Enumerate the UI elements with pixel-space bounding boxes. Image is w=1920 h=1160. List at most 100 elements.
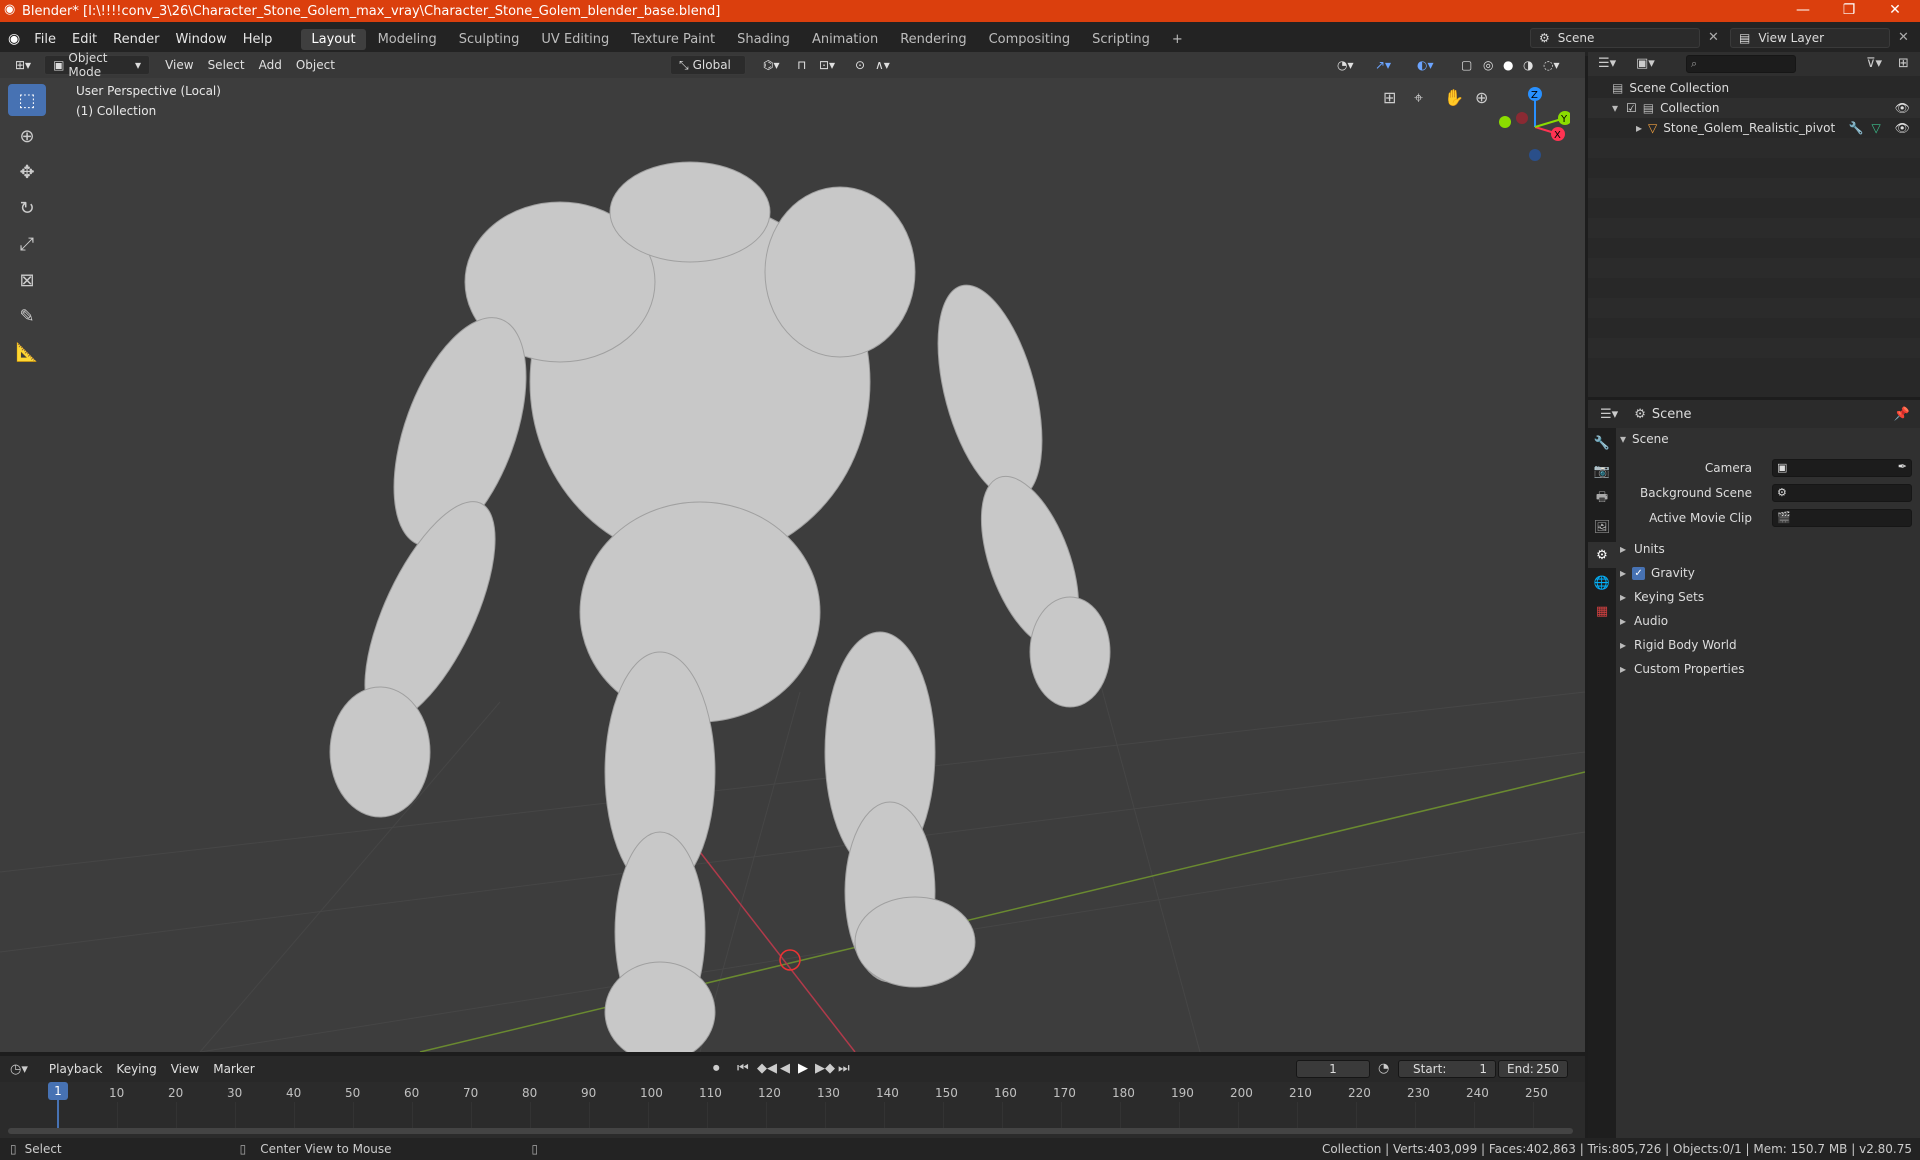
menu-view[interactable]: View xyxy=(158,56,200,74)
tool-tab-icon[interactable]: 🔧 xyxy=(1588,430,1616,456)
world-tab-icon[interactable]: 🌐 xyxy=(1588,570,1616,596)
menu-edit[interactable]: Edit xyxy=(64,32,105,47)
menu-timeline-view[interactable]: View xyxy=(164,1060,206,1078)
tab-texture-paint[interactable]: Texture Paint xyxy=(621,29,725,50)
current-frame-input[interactable]: 1 xyxy=(1296,1060,1370,1078)
minimize-button[interactable]: — xyxy=(1780,0,1826,22)
rotate-tool-icon[interactable]: ↻ xyxy=(8,192,46,224)
tab-compositing[interactable]: Compositing xyxy=(979,29,1081,50)
outliner-row-object[interactable]: ▸ ▽ Stone_Golem_Realistic_pivot 🔧 ▽ 👁 xyxy=(1588,118,1920,138)
navigation-gizmo[interactable]: Z X Y xyxy=(1490,82,1570,162)
pivot-icon[interactable]: ⌬▾ xyxy=(756,56,787,74)
jump-keyframe-back-icon[interactable]: ◆◀ xyxy=(757,1061,777,1076)
filter-icon[interactable]: ⊽▾ xyxy=(1866,56,1882,71)
zoom-icon[interactable]: ⊕ xyxy=(1475,88,1488,107)
outliner-search-input[interactable]: ⌕ xyxy=(1686,55,1796,73)
end-frame-input[interactable]: End: 250 xyxy=(1498,1060,1568,1078)
snap-target-icon[interactable]: ⊡▾ xyxy=(812,56,842,74)
properties-editor-icon[interactable]: ☰▾ xyxy=(1600,407,1618,422)
close-scene-icon[interactable]: ✕ xyxy=(1708,30,1719,45)
texture-tab-icon[interactable]: ▦ xyxy=(1588,598,1616,624)
move-tool-icon[interactable]: ✥ xyxy=(8,156,46,188)
rendered-shading-icon[interactable]: ◌▾ xyxy=(1536,56,1567,74)
maximize-button[interactable]: ❐ xyxy=(1826,0,1872,22)
camera-view-icon[interactable]: ⌖ xyxy=(1414,88,1423,108)
playhead-marker[interactable]: 1 xyxy=(48,1082,68,1100)
tab-layout[interactable]: Layout xyxy=(301,28,366,50)
new-collection-icon[interactable]: ⊞ xyxy=(1898,56,1909,71)
timeline-area[interactable]: 10 20 30 40 50 60 70 80 90 100 110 120 130 140 150 160 1… xyxy=(0,1082,1585,1138)
menu-playback[interactable]: Playback xyxy=(42,1060,110,1078)
visibility-icon[interactable]: ◔▾ xyxy=(1330,56,1361,74)
annotate-tool-icon[interactable]: ✎ xyxy=(8,300,46,332)
tab-rendering[interactable]: Rendering xyxy=(890,29,976,50)
jump-end-icon[interactable]: ⏭ xyxy=(838,1061,850,1076)
menu-keying[interactable]: Keying xyxy=(109,1060,163,1078)
menu-marker[interactable]: Marker xyxy=(206,1060,261,1078)
timeline-editor-icon[interactable]: ◷▾ xyxy=(10,1062,28,1077)
audio-panel-header[interactable]: ▸ Audio xyxy=(1620,610,1920,632)
eyedropper-icon[interactable]: ✒ xyxy=(1898,460,1907,473)
menu-window[interactable]: Window xyxy=(167,32,234,47)
preview-range-icon[interactable]: ◔ xyxy=(1378,1061,1389,1076)
editor-type-icon[interactable]: ⊞▾ xyxy=(8,56,38,74)
start-frame-input[interactable]: Start: 1 xyxy=(1398,1060,1496,1078)
tab-modeling[interactable]: Modeling xyxy=(368,29,447,50)
tab-shading[interactable]: Shading xyxy=(727,29,800,50)
falloff-icon[interactable]: ∧▾ xyxy=(868,56,897,74)
scale-tool-icon[interactable]: ⤢ xyxy=(8,228,46,260)
toggle-grid-icon[interactable]: ⊞ xyxy=(1383,88,1396,107)
transform-tool-icon[interactable]: ⊠ xyxy=(8,264,46,296)
tab-uv-editing[interactable]: UV Editing xyxy=(531,29,619,50)
play-reverse-icon[interactable]: ◀ xyxy=(780,1061,790,1076)
outliner-row-scene-collection[interactable]: ▤ Scene Collection xyxy=(1588,78,1920,98)
include-checkbox-icon[interactable]: ☑ xyxy=(1626,101,1637,115)
menu-select[interactable]: Select xyxy=(201,56,252,74)
output-tab-icon[interactable]: 🖶 xyxy=(1588,486,1616,512)
outliner-row-collection[interactable]: ▾ ☑ ▤ Collection 👁 xyxy=(1588,98,1920,118)
tab-animation[interactable]: Animation xyxy=(802,29,888,50)
menu-render[interactable]: Render xyxy=(105,32,167,47)
scene-selector[interactable]: ⚙ Scene xyxy=(1530,28,1700,48)
active-movie-clip-field[interactable]: 🎬 xyxy=(1772,509,1912,527)
select-box-tool-icon[interactable]: ⬚ xyxy=(8,84,46,116)
eye-icon[interactable]: 👁 xyxy=(1895,101,1910,115)
menu-help[interactable]: Help xyxy=(235,32,281,47)
pin-icon[interactable]: 📌 xyxy=(1894,407,1910,422)
overlays-icon[interactable]: ◐▾ xyxy=(1410,56,1441,74)
gravity-panel-header[interactable]: ▸ ✓ Gravity xyxy=(1620,562,1920,584)
close-button[interactable]: ✕ xyxy=(1872,0,1918,22)
close-view-layer-icon[interactable]: ✕ xyxy=(1898,30,1909,45)
add-workspace-button[interactable]: + xyxy=(1162,29,1193,50)
menu-add[interactable]: Add xyxy=(252,56,289,74)
keying-sets-panel-header[interactable]: ▸ Keying Sets xyxy=(1620,586,1920,608)
transform-orientation-selector[interactable]: ⤡ Global xyxy=(670,55,746,75)
play-icon[interactable]: ▶ xyxy=(798,1061,808,1076)
pan-hand-icon[interactable]: ✋ xyxy=(1444,88,1464,107)
snap-icon[interactable]: ⊓ xyxy=(790,56,813,74)
scene-tab-icon[interactable]: ⚙ xyxy=(1588,542,1616,568)
jump-keyframe-forward-icon[interactable]: ▶◆ xyxy=(815,1061,835,1076)
rigid-body-world-panel-header[interactable]: ▸ Rigid Body World xyxy=(1620,634,1920,656)
custom-properties-panel-header[interactable]: ▸ Custom Properties xyxy=(1620,658,1920,680)
background-scene-field[interactable]: ⚙ xyxy=(1772,484,1912,502)
mesh-data-icon[interactable]: ▽ xyxy=(1872,121,1881,135)
scene-panel-header[interactable]: ▾ Scene xyxy=(1620,428,1920,450)
view-layer-tab-icon[interactable]: 🖼 xyxy=(1588,514,1616,540)
gravity-checkbox[interactable]: ✓ xyxy=(1632,566,1646,580)
cursor-tool-icon[interactable]: ⊕ xyxy=(8,120,46,152)
jump-start-icon[interactable]: ⏮ xyxy=(737,1061,749,1076)
tab-scripting[interactable]: Scripting xyxy=(1082,29,1160,50)
measure-tool-icon[interactable]: 📐 xyxy=(8,336,46,368)
display-mode-icon[interactable]: ▣▾ xyxy=(1636,56,1655,71)
menu-file[interactable]: File xyxy=(26,32,64,47)
expand-arrow-icon[interactable]: ▾ xyxy=(1612,101,1618,115)
units-panel-header[interactable]: ▸ Units xyxy=(1620,538,1920,560)
modifier-wrench-icon[interactable]: 🔧 xyxy=(1849,121,1864,135)
gizmo-toggle-icon[interactable]: ↗▾ xyxy=(1368,56,1398,74)
eye-icon[interactable]: 👁 xyxy=(1895,121,1910,135)
mode-selector[interactable]: ▣ Object Mode ▾ xyxy=(44,51,151,79)
record-icon[interactable]: ⏺ xyxy=(713,1061,720,1076)
expand-arrow-icon[interactable]: ▸ xyxy=(1636,121,1642,135)
outliner-editor-icon[interactable]: ☰▾ xyxy=(1598,56,1616,71)
